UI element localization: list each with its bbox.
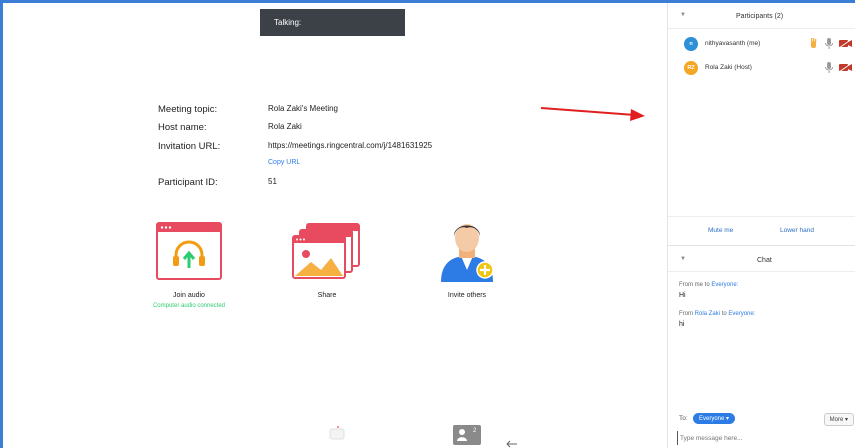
- participant-name: nithyavasanth (me): [705, 40, 761, 47]
- participants-toolbar-button[interactable]: 2: [453, 425, 481, 445]
- invitation-url-value: https://meetings.ringcentral.com/j/14816…: [268, 141, 433, 150]
- to-label: To:: [679, 415, 688, 422]
- participants-count: 2: [473, 428, 477, 434]
- collapse-chevron-icon[interactable]: ▼: [680, 256, 686, 262]
- chat-sender[interactable]: Rola Zaki: [695, 311, 720, 317]
- microphone-icon: [825, 38, 833, 49]
- chat-title: Chat: [757, 257, 772, 264]
- chat-recipient[interactable]: Everyone:: [728, 311, 755, 317]
- host-name-label: Host name:: [158, 122, 207, 133]
- meeting-topic-value: Rola Zaki's Meeting: [268, 104, 338, 113]
- annotation-arrow-icon: [540, 107, 645, 121]
- participant-row[interactable]: n nithyavasanth (me): [668, 34, 855, 56]
- chat-message-text: hi: [679, 321, 685, 328]
- chat-message-text: Hi: [679, 292, 686, 299]
- participants-header: ▼ Participants (2): [668, 3, 855, 29]
- participant-row[interactable]: RZ Rola Zaki (Host): [668, 58, 855, 80]
- chat-recipient-row: To: Everyone ▾ More ▾: [668, 411, 855, 429]
- talking-label: Talking:: [274, 18, 302, 27]
- participant-status-icons: [811, 38, 853, 49]
- copy-url-link[interactable]: Copy URL: [268, 159, 300, 166]
- recipient-dropdown[interactable]: Everyone ▾: [693, 413, 736, 424]
- arrow-left-icon[interactable]: [505, 440, 519, 448]
- microphone-icon: [825, 62, 833, 73]
- participant-name: Rola Zaki (Host): [705, 64, 752, 71]
- participant-id-value: 51: [268, 177, 277, 186]
- video-off-icon: [838, 38, 853, 49]
- lower-hand-button[interactable]: Lower hand: [780, 227, 814, 234]
- participants-title: Participants (2): [736, 13, 784, 20]
- participant-status-icons: [825, 62, 853, 73]
- host-name-value: Rola Zaki: [268, 122, 302, 131]
- raised-hand-icon: [811, 38, 817, 48]
- participant-actions: Mute me Lower hand: [668, 216, 855, 246]
- chat-recipient[interactable]: Everyone:: [711, 282, 738, 288]
- right-sidebar: ▼ Participants (2) n nithyavasanth (me) …: [667, 3, 855, 448]
- avatar: n: [684, 37, 698, 51]
- chat-header: ▼ Chat: [668, 248, 855, 272]
- audio-connected-status: Computer audio connected: [152, 303, 226, 309]
- share-label: Share: [317, 292, 337, 299]
- mute-me-button[interactable]: Mute me: [708, 227, 733, 234]
- chat-from-prefix: From: [679, 311, 695, 317]
- share-screen-icon: [292, 223, 360, 279]
- more-button[interactable]: More ▾: [823, 413, 854, 426]
- chat-from-prefix: From me to: [679, 282, 712, 288]
- participant-id-label: Participant ID:: [158, 177, 218, 188]
- share-button[interactable]: Share: [272, 222, 382, 299]
- join-audio-button[interactable]: Join audio Computer audio connected: [134, 222, 244, 309]
- participants-icon: [457, 429, 467, 441]
- invite-person-icon: [441, 224, 494, 282]
- talking-indicator: Talking:: [260, 9, 405, 36]
- invitation-url-label: Invitation URL:: [158, 141, 221, 152]
- avatar: RZ: [684, 61, 698, 75]
- chat-message-input[interactable]: [677, 431, 852, 445]
- camera-icon[interactable]: [328, 425, 352, 445]
- chat-message-meta: From Rola Zaki to Everyone:: [679, 311, 755, 317]
- meeting-topic-label: Meeting topic:: [158, 104, 218, 115]
- invite-others-button[interactable]: Invite others: [412, 216, 522, 299]
- collapse-chevron-icon[interactable]: ▼: [680, 12, 686, 18]
- invite-others-label: Invite others: [447, 292, 487, 299]
- chat-message-meta: From me to Everyone:: [679, 282, 738, 288]
- video-off-icon: [838, 62, 853, 73]
- join-audio-label: Join audio: [173, 292, 205, 299]
- headphones-icon: [156, 222, 222, 280]
